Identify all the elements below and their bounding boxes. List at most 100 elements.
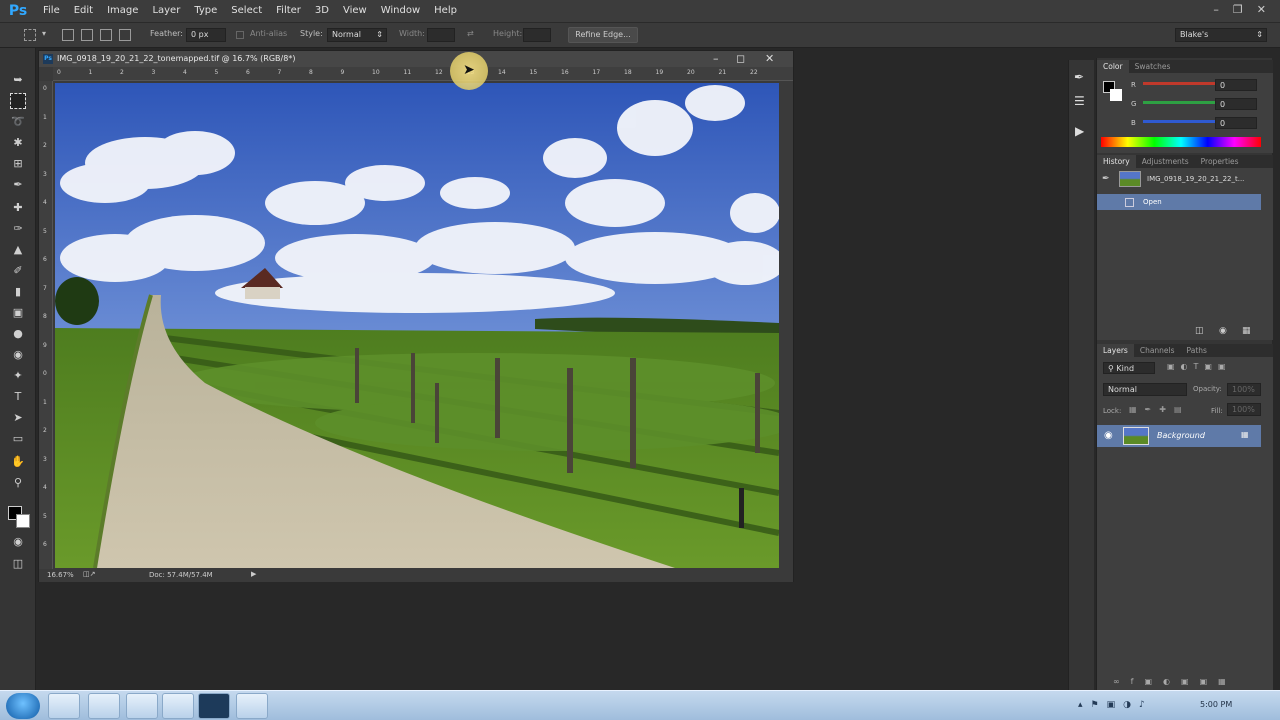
status-menu-arrow-icon[interactable]: ▶ (251, 570, 256, 578)
tab-paths[interactable]: Paths (1181, 344, 1213, 357)
quick-mask-icon[interactable]: ◉ (10, 534, 26, 550)
background-color-swatch[interactable] (16, 514, 30, 528)
menu-edit[interactable]: Edit (67, 0, 100, 22)
adjust-panel-icon[interactable]: ☰ (1074, 94, 1085, 108)
doc-restore-icon[interactable]: ◻ (736, 52, 745, 65)
subtract-selection-icon[interactable] (100, 29, 112, 41)
minimize-icon[interactable]: – (1213, 3, 1219, 16)
hand-tool-icon[interactable]: ✋ (10, 454, 26, 470)
history-step-open[interactable]: Open (1097, 194, 1261, 210)
camera-icon[interactable]: ◉ (1219, 326, 1227, 336)
antialias-checkbox[interactable] (236, 31, 244, 39)
gradient-tool-icon[interactable]: ▣ (10, 305, 26, 321)
photoshop-taskbar-icon[interactable] (198, 693, 230, 719)
zoom-tool-icon[interactable]: ⚲ (10, 475, 26, 491)
eyedropper-icon[interactable]: ✒ (10, 177, 26, 193)
horizontal-ruler[interactable]: 012345678910111213141516171819202122 (53, 67, 793, 81)
blur-tool-icon[interactable]: ● (10, 326, 26, 342)
dodge-tool-icon[interactable]: ◉ (10, 347, 26, 363)
tab-properties[interactable]: Properties (1195, 155, 1245, 168)
crop-tool-icon[interactable]: ⊞ (10, 156, 26, 172)
doc-minimize-icon[interactable]: – (713, 52, 719, 65)
start-button-icon[interactable] (6, 693, 40, 719)
lasso-tool-icon[interactable]: ➰ (10, 114, 26, 130)
history-panel-icon[interactable]: ✒ (1074, 70, 1084, 84)
move-tool-icon[interactable]: ➥ (10, 72, 26, 88)
marquee-preset-icon[interactable] (24, 29, 36, 41)
explorer-icon[interactable] (48, 693, 80, 719)
fill-input[interactable]: 100% (1227, 403, 1261, 416)
document-tab[interactable]: Ps IMG_0918_19_20_21_22_tonemapped.tif @… (39, 51, 793, 67)
type-tool-icon[interactable]: T (10, 389, 26, 405)
menu-image[interactable]: Image (100, 0, 145, 22)
pen-tool-icon[interactable]: ✦ (10, 368, 26, 384)
g-value[interactable]: 0 (1215, 98, 1257, 110)
layer-bottom-icons[interactable]: ∞f▣◐▣▣▦ (1113, 677, 1237, 686)
width-input[interactable] (427, 28, 455, 42)
menu-view[interactable]: View (336, 0, 374, 22)
rectangle-tool-icon[interactable]: ▭ (10, 431, 26, 447)
menu-3d[interactable]: 3D (308, 0, 336, 22)
trash-icon[interactable]: ▦ (1242, 326, 1251, 336)
path-selection-icon[interactable]: ➤ (10, 410, 26, 426)
layer-kind-filter[interactable]: ⚲ Kind (1103, 362, 1155, 374)
chevron-down-icon[interactable]: ▾ (42, 29, 46, 38)
style-select[interactable]: Normal ⇕ (327, 28, 387, 42)
refine-edge-button[interactable]: Refine Edge... (568, 27, 638, 43)
color-ramp[interactable] (1101, 137, 1261, 147)
r-value[interactable]: 0 (1215, 79, 1257, 91)
tab-channels[interactable]: Channels (1134, 344, 1181, 357)
lock-icons[interactable]: ▦✒✚▤ (1129, 405, 1190, 414)
vertical-ruler[interactable]: 0 1 2 3 4 5 6 7 8 9 0 1 2 3 4 5 6 (39, 81, 53, 571)
menu-help[interactable]: Help (427, 0, 464, 22)
close-icon[interactable]: ✕ (1257, 3, 1266, 16)
play-actions-icon[interactable]: ▶ (1075, 124, 1084, 138)
brush-tool-icon[interactable]: ✑ (10, 221, 26, 237)
app-icon-2[interactable] (162, 693, 194, 719)
chrome-icon[interactable] (88, 693, 120, 719)
menu-layer[interactable]: Layer (145, 0, 187, 22)
history-brush-icon[interactable]: ✐ (10, 263, 26, 279)
zoom-level[interactable]: 16.67% (47, 571, 74, 579)
swap-icon[interactable]: ⇄ (467, 29, 474, 38)
tab-swatches[interactable]: Swatches (1129, 60, 1177, 73)
menu-window[interactable]: Window (374, 0, 427, 22)
app-icon-3[interactable] (236, 693, 268, 719)
blend-mode-select[interactable]: Normal (1103, 383, 1187, 396)
add-selection-icon[interactable] (81, 29, 93, 41)
restore-icon[interactable]: ❐ (1233, 3, 1243, 16)
menu-file[interactable]: File (36, 0, 67, 22)
healing-brush-icon[interactable]: ✚ (10, 200, 26, 216)
menu-type[interactable]: Type (187, 0, 224, 22)
eye-visibility-icon[interactable]: ◉ (1104, 430, 1113, 441)
history-brush-source-icon[interactable]: ✒ (1102, 174, 1110, 184)
image-canvas[interactable] (55, 83, 779, 568)
new-selection-icon[interactable] (62, 29, 74, 41)
doc-close-icon[interactable]: ✕ (765, 52, 774, 65)
tab-adjustments[interactable]: Adjustments (1136, 155, 1195, 168)
opacity-input[interactable]: 100% (1227, 383, 1261, 396)
eraser-icon[interactable]: ▮ (10, 284, 26, 300)
share-icon[interactable]: ◫↗ (83, 570, 95, 578)
layer-filter-icons[interactable]: ▣◐T▣▣ (1167, 362, 1232, 371)
menu-filter[interactable]: Filter (269, 0, 308, 22)
marquee-tool-icon[interactable] (10, 93, 26, 109)
tab-history[interactable]: History (1097, 155, 1136, 168)
magic-wand-icon[interactable]: ✱ (10, 135, 26, 151)
system-clock[interactable]: 5:00 PM (1200, 700, 1232, 709)
workspace-select[interactable]: Blake's ⇕ (1175, 28, 1267, 42)
background-color-chip[interactable] (1110, 89, 1122, 101)
screen-mode-icon[interactable]: ◫ (10, 556, 26, 572)
intersect-selection-icon[interactable] (119, 29, 131, 41)
new-document-from-state-icon[interactable]: ◫ (1195, 326, 1204, 336)
clone-stamp-icon[interactable]: ▲ (10, 242, 26, 258)
snapshot-name[interactable]: IMG_0918_19_20_21_22_t... (1147, 175, 1244, 183)
feather-input[interactable]: 0 px (186, 28, 226, 42)
app-icon[interactable] (126, 693, 158, 719)
tab-color[interactable]: Color (1097, 60, 1129, 73)
tab-layers[interactable]: Layers (1097, 344, 1134, 357)
height-input[interactable] (523, 28, 551, 42)
menu-select[interactable]: Select (224, 0, 269, 22)
layer-row-background[interactable]: ◉ Background ▦ (1097, 425, 1261, 447)
tray-icons[interactable]: ▴⚑▣◑♪ (1078, 700, 1153, 710)
